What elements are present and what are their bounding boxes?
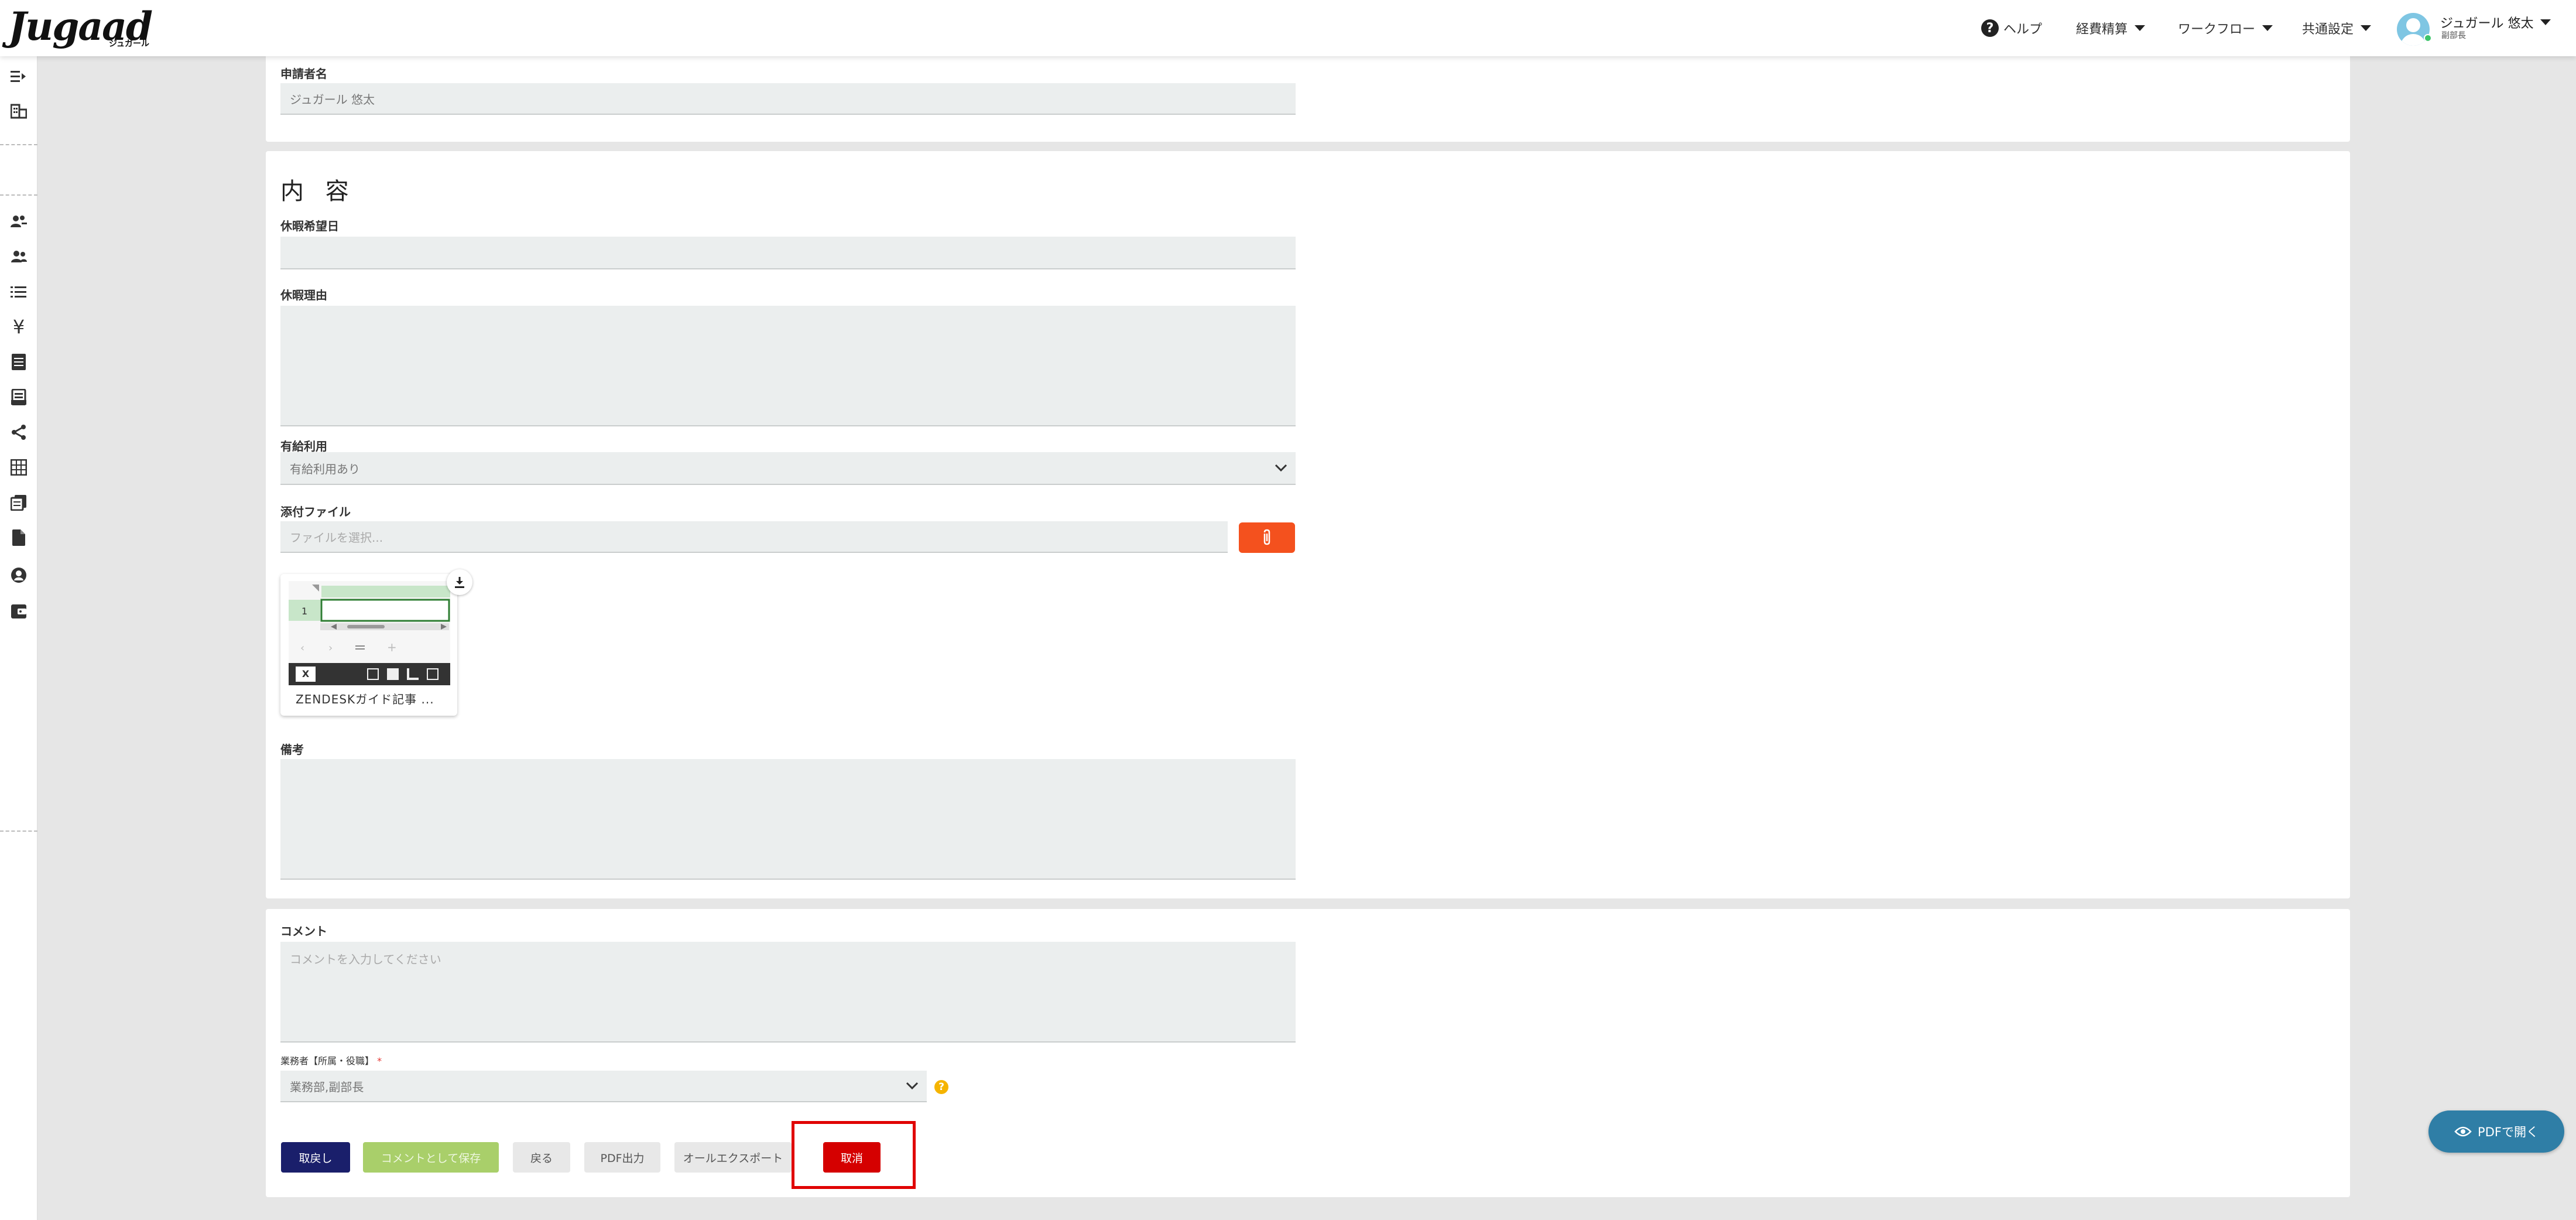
wallet-icon[interactable] [9,602,28,621]
content-card: 内 容 休暇希望日 休暇理由 有給利用 有給利用あり 添付ファイル ファイルを選… [266,151,2350,898]
remarks-field[interactable] [280,759,1296,880]
copy-icon[interactable] [9,493,28,512]
pdf-open-label: PDFで開く [2478,1125,2539,1139]
chart-icon[interactable] [407,668,419,680]
file-icon[interactable] [9,528,28,547]
share-icon[interactable] [9,423,28,442]
approver-select[interactable]: 業務部,副部長 [280,1071,927,1102]
nav-expense[interactable]: 経費精算 [2076,16,2146,40]
building-icon[interactable] [9,102,28,121]
preview-toolbar: X [289,663,450,685]
applicant-card: 申請者名 ジュガール 悠太 [266,47,2350,142]
users-icon[interactable] [9,212,28,231]
nav-workflow[interactable]: ワークフロー [2178,16,2273,40]
sidebar-separator [0,831,37,832]
approver-label-text: 業務者【所属・役職】 [280,1055,375,1067]
yen-icon[interactable]: ¥ [9,316,28,338]
comment-textarea[interactable]: コメントを入力してください [280,942,1296,1043]
attachment-thumbnail[interactable]: ‹ › + 1 X ZENDESKガイド記事 ... [280,569,472,716]
eye-icon [2454,1126,2472,1137]
caret-down-icon [2135,25,2146,31]
table-icon[interactable] [9,458,28,477]
help-link[interactable]: ? ヘルプ [1981,16,2042,40]
popout-icon[interactable] [427,668,439,680]
row-number: 1 [302,606,308,617]
menu-expand-icon[interactable] [9,67,28,86]
svg-text:‹: ‹ [300,642,304,654]
top-header: Jugaad ジュガール ? ヘルプ 経費精算 ワークフロー 共通設定 ジュガー… [0,0,2576,56]
excel-icon: X [296,667,316,682]
file-select-input[interactable]: ファイルを選択... [280,521,1228,553]
copy-icon[interactable] [367,668,379,680]
pdf-output-button[interactable]: PDF出力 [584,1142,660,1173]
online-status-dot [2424,34,2432,42]
document-list-icon[interactable] [9,353,28,371]
attached-file-name: ZENDESKガイド記事 ... [296,692,434,706]
download-icon [455,577,464,588]
clipboard-icon[interactable] [387,668,399,680]
desired-date-label: 休暇希望日 [280,219,339,233]
chevron-down-icon [906,1082,919,1090]
highlight-box [792,1121,916,1189]
attach-file-button[interactable] [1239,522,1295,553]
user-role: 副部長 [2441,31,2466,40]
left-sidebar: ¥ [0,56,37,1220]
caret-down-icon [2262,25,2273,31]
applicant-label: 申請者名 [280,67,327,81]
all-export-button[interactable]: オールエクスポート [674,1142,792,1173]
caret-down-icon [2540,19,2551,25]
caret-down-icon [2361,25,2372,31]
paid-leave-value: 有給利用あり [290,462,360,476]
svg-text:›: › [328,642,333,654]
comment-label: コメント [280,924,327,938]
list-icon[interactable] [9,282,28,301]
pdf-open-button[interactable]: PDFで開く [2428,1110,2564,1153]
attachment-label: 添付ファイル [280,505,351,519]
file-select-placeholder: ファイルを選択... [290,530,383,545]
spreadsheet-preview: ‹ › + 1 [289,581,450,663]
comment-card: コメント コメントを入力してください 業務者【所属・役職】 * 業務部,副部長 … [266,909,2350,1197]
chevron-down-icon [1275,464,1287,472]
paperclip-icon [1263,529,1270,545]
remarks-label: 備考 [280,743,304,757]
desired-date-field[interactable] [280,237,1296,269]
paid-leave-select[interactable]: 有給利用あり [280,452,1296,485]
help-question-icon[interactable]: ? [934,1080,948,1094]
user-group-icon[interactable] [9,247,28,266]
reason-field[interactable] [280,306,1296,426]
reason-label: 休暇理由 [280,288,327,302]
paid-leave-label: 有給利用 [280,439,327,453]
back-button[interactable]: 戻る [513,1142,570,1173]
question-circle-icon: ? [1981,19,1999,37]
nav-workflow-label: ワークフロー [2178,22,2256,37]
approver-value: 業務部,副部長 [290,1079,364,1094]
sidebar-separator [0,194,37,196]
applicant-field: ジュガール 悠太 [280,83,1296,115]
comment-placeholder: コメントを入力してください [290,952,441,966]
download-button[interactable] [447,569,472,595]
required-mark: * [377,1055,382,1067]
save-comment-button[interactable]: コメントとして保存 [363,1142,499,1173]
nav-common-settings-label: 共通設定 [2302,22,2354,37]
sidebar-separator [0,144,37,145]
support-icon[interactable] [9,566,28,585]
withdraw-button[interactable]: 取戻し [281,1142,350,1173]
section-title: 内 容 [280,178,356,205]
nav-expense-label: 経費精算 [2076,22,2128,37]
approver-label: 業務者【所属・役職】 * [280,1053,382,1067]
svg-text:+: + [387,640,397,654]
nav-common-settings[interactable]: 共通設定 [2302,16,2372,40]
receipt-icon[interactable] [9,388,28,406]
help-label: ヘルプ [2003,22,2043,37]
logo-subtitle: ジュガール [109,39,150,49]
